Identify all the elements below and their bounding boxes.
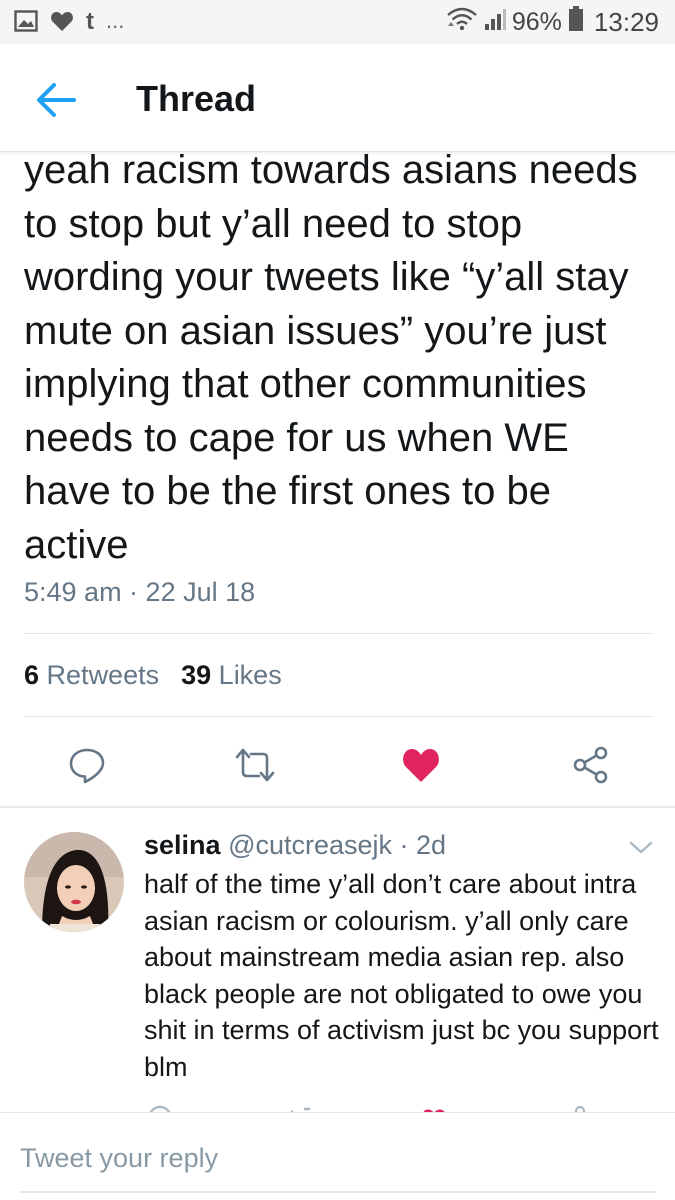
retweets-label: Retweets xyxy=(46,660,160,690)
reply-time: · 2d xyxy=(399,830,447,860)
reply-author-name[interactable]: selina xyxy=(144,830,221,860)
retweet-icon xyxy=(290,1107,310,1112)
reply-menu-button[interactable] xyxy=(626,838,656,858)
tweet-text: yeah racism towards asians needs to stop… xyxy=(24,148,638,567)
retweets-stat[interactable]: 6 Retweets xyxy=(24,660,159,691)
tweet-stats: 6 Retweets 39 Likes xyxy=(24,660,282,691)
share-icon xyxy=(574,1105,586,1112)
reply-icon xyxy=(149,1105,171,1112)
tweet-actions xyxy=(0,740,675,790)
retweet-button[interactable] xyxy=(230,740,280,790)
reply-actions-peek xyxy=(0,1100,675,1112)
reply-author-handle[interactable]: @cutcreasejk xyxy=(228,830,392,860)
avatar[interactable] xyxy=(24,832,124,932)
share-button[interactable] xyxy=(566,740,616,790)
more-dots-icon: ... xyxy=(106,7,125,33)
tumblr-t-icon: t xyxy=(86,7,94,35)
heart-icon xyxy=(50,10,74,37)
image-icon xyxy=(14,10,38,37)
signal-icon xyxy=(484,7,506,38)
tweet-timestamp: 5:49 am · 22 Jul 18 xyxy=(24,577,256,607)
arrow-left-icon xyxy=(37,83,76,117)
battery-percent: 96% xyxy=(511,8,562,36)
heart-filled-icon xyxy=(423,1109,445,1112)
clock: 13:29 xyxy=(593,7,659,37)
battery-icon xyxy=(568,6,584,39)
divider xyxy=(24,633,653,634)
reply-input[interactable] xyxy=(20,1135,655,1181)
page-title: Thread xyxy=(136,78,257,119)
divider xyxy=(24,716,653,717)
reply-button[interactable] xyxy=(62,740,112,790)
status-bar-system: 96% 13:29 xyxy=(446,6,659,39)
likes-count: 39 xyxy=(181,660,212,690)
retweets-count: 6 xyxy=(24,660,40,690)
reply-icon xyxy=(69,748,105,784)
wifi-icon xyxy=(446,6,478,39)
section-divider xyxy=(0,806,675,808)
avatar-photo xyxy=(24,832,124,932)
likes-label: Likes xyxy=(218,660,282,690)
like-button[interactable] xyxy=(396,740,446,790)
chevron-down-icon xyxy=(629,841,653,854)
status-bar: t ... 96% 13:29 xyxy=(0,0,675,44)
status-bar-notifications: t ... xyxy=(14,7,125,37)
likes-stat[interactable]: 39 Likes xyxy=(181,660,282,691)
retweet-icon xyxy=(235,748,275,782)
reply-header: selina @cutcreasejk · 2d xyxy=(144,830,446,861)
back-button[interactable] xyxy=(34,80,78,120)
reply-composer xyxy=(0,1112,675,1200)
app-header: Thread xyxy=(0,44,675,152)
reply-input-underline xyxy=(20,1191,655,1193)
reply-text: half of the time y’all don’t care about … xyxy=(144,869,659,1082)
heart-filled-icon xyxy=(403,749,439,782)
share-icon xyxy=(573,746,608,784)
